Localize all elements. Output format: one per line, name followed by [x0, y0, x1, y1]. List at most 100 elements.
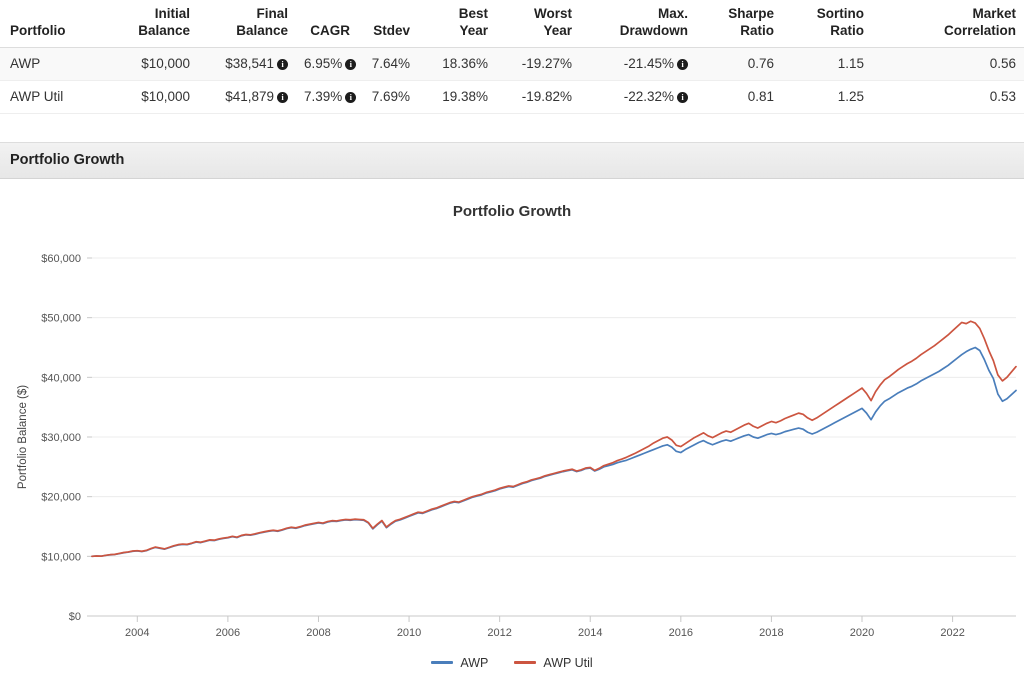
header-line-2: Ratio: [740, 22, 774, 38]
header-line-1: Initial: [154, 6, 190, 21]
info-icon[interactable]: i: [677, 91, 688, 103]
portfolio-growth-chart[interactable]: $0 $10,000 $20,000 $30,000 $40,000 $50,000 $60…: [0, 224, 1024, 644]
cell-sortino-ratio: 1.25: [782, 80, 872, 114]
y-axis-tick-label: $0: [69, 611, 81, 623]
x-axis-tick-label: 2004: [125, 627, 149, 639]
info-icon[interactable]: i: [277, 91, 288, 103]
metrics-table-container: Portfolio Initial Balance Final Balance …: [0, 0, 1024, 114]
table-row: AWP $10,000 $38,541 i 6.95% i 7.64% 18.36%…: [0, 47, 1024, 81]
y-axis-tick-label: $30,000: [41, 432, 81, 444]
legend-swatch-icon: [431, 661, 454, 665]
column-header-portfolio[interactable]: Portfolio: [0, 0, 108, 48]
header-line-2: Year: [459, 22, 488, 38]
x-axis-tick-label: 2018: [759, 627, 783, 639]
portfolio-metrics-table: Portfolio Initial Balance Final Balance …: [0, 0, 1024, 114]
y-axis-tick-label: $10,000: [41, 551, 81, 563]
header-line-2: Drawdown: [619, 22, 688, 38]
cell-portfolio: AWP Util: [0, 80, 108, 114]
table-row: AWP Util $10,000 $41,879 i 7.39% i 7.69% 1…: [0, 80, 1024, 114]
header-line-2: Correlation: [943, 22, 1016, 38]
chart-area: $0 $10,000 $20,000 $30,000 $40,000 $50,000 $60…: [0, 224, 1024, 654]
x-axis-tick-label: 2022: [940, 627, 964, 639]
cell-best-year: 19.38%: [418, 80, 496, 114]
header-line-1: Market: [972, 6, 1016, 21]
table-header: Portfolio Initial Balance Final Balance …: [0, 0, 1024, 48]
cell-cagr: 7.39% i: [296, 80, 358, 114]
column-header-sortino-ratio[interactable]: Sortino Ratio: [782, 0, 872, 48]
table-header-row: Portfolio Initial Balance Final Balance …: [0, 0, 1024, 48]
x-axis-tick-label: 2006: [216, 627, 240, 639]
cell-max-drawdown-value: -22.32%: [623, 88, 674, 104]
info-icon[interactable]: i: [677, 58, 688, 70]
y-axis-title: Portfolio Balance ($): [17, 384, 29, 488]
column-header-sharpe-ratio[interactable]: Sharpe Ratio: [696, 0, 782, 48]
cell-sharpe-ratio: 0.81: [696, 80, 782, 114]
x-axis-tick-label: 2014: [578, 627, 602, 639]
y-axis-tick-label: $40,000: [41, 372, 81, 384]
cell-sharpe-ratio: 0.76: [696, 47, 782, 81]
legend-label: AWP Util: [543, 655, 593, 670]
cell-initial-balance: $10,000: [108, 47, 198, 81]
column-header-cagr[interactable]: CAGR: [296, 0, 358, 48]
header-line-1: Sortino: [816, 6, 864, 21]
cell-final-balance: $38,541 i: [198, 47, 296, 81]
cell-final-balance-value: $38,541: [225, 55, 274, 71]
cell-stdev: 7.69%: [358, 80, 418, 114]
header-line-2: Ratio: [830, 22, 864, 38]
cell-max-drawdown: -22.32% i: [580, 80, 696, 114]
header-line-2: Stdev: [373, 22, 410, 38]
header-line-1: Sharpe: [728, 6, 774, 21]
cell-best-year: 18.36%: [418, 47, 496, 81]
cell-final-balance-value: $41,879: [225, 88, 274, 104]
header-line-1: Worst: [533, 6, 572, 21]
x-axis-tick-label: 2008: [306, 627, 330, 639]
series-line-awp-util[interactable]: [91, 320, 1017, 557]
legend-swatch-icon: [514, 661, 537, 665]
column-header-best-year[interactable]: Best Year: [418, 0, 496, 48]
cell-market-correlation: 0.56: [872, 47, 1024, 81]
header-line-2: CAGR: [310, 22, 350, 38]
header-line-1: Final: [256, 6, 288, 21]
column-header-worst-year[interactable]: Worst Year: [496, 0, 580, 48]
column-header-portfolio-label: Portfolio: [10, 22, 66, 38]
cell-sortino-ratio: 1.15: [782, 47, 872, 81]
cell-portfolio: AWP: [0, 47, 108, 81]
x-axis-tick-label: 2012: [487, 627, 511, 639]
legend-label: AWP: [460, 655, 489, 670]
series-line-awp[interactable]: [91, 346, 1017, 557]
header-line-1: Max.: [657, 6, 688, 21]
table-body: AWP $10,000 $38,541 i 6.95% i 7.64% 18.36%…: [0, 47, 1024, 114]
header-line-2: Balance: [236, 22, 288, 38]
cell-cagr-value: 7.39%: [304, 88, 343, 104]
info-icon[interactable]: i: [345, 91, 357, 103]
header-line-2: Year: [543, 22, 572, 38]
x-axis-tick-label: 2010: [397, 627, 421, 639]
cell-cagr-value: 6.95%: [304, 55, 343, 71]
cell-worst-year: -19.27%: [496, 47, 580, 81]
legend-item-awp-util[interactable]: AWP Util: [514, 655, 593, 670]
cell-max-drawdown-value: -21.45%: [623, 55, 674, 71]
column-header-max-drawdown[interactable]: Max. Drawdown: [580, 0, 696, 48]
column-header-stdev[interactable]: Stdev: [358, 0, 418, 48]
info-icon[interactable]: i: [345, 58, 357, 70]
y-axis-tick-label: $60,000: [41, 253, 81, 265]
panel-body: Portfolio Growth $0 $10,000 $20,000 $30,000…: [0, 178, 1024, 670]
legend-item-awp[interactable]: AWP: [431, 656, 488, 670]
chart-legend: AWP AWP Util: [0, 656, 1024, 670]
y-axis-tick-label: $50,000: [41, 312, 81, 324]
x-axis-tick-label: 2020: [850, 627, 874, 639]
portfolio-growth-panel: Portfolio Growth Portfolio Growth $0 $10,…: [0, 141, 1024, 670]
header-line-1: Best: [458, 6, 488, 21]
cell-cagr: 6.95% i: [296, 47, 358, 81]
column-header-market-correlation[interactable]: Market Correlation: [872, 0, 1024, 48]
cell-market-correlation: 0.53: [872, 80, 1024, 114]
info-icon[interactable]: i: [277, 58, 288, 70]
cell-final-balance: $41,879 i: [198, 80, 296, 114]
column-header-final-balance[interactable]: Final Balance: [198, 0, 296, 48]
panel-header: Portfolio Growth: [0, 141, 1024, 179]
header-line-2: Balance: [138, 22, 190, 38]
column-header-initial-balance[interactable]: Initial Balance: [108, 0, 198, 48]
cell-worst-year: -19.82%: [496, 80, 580, 114]
panel-header-label: Portfolio Growth: [10, 151, 125, 168]
y-axis-tick-label: $20,000: [41, 491, 81, 503]
